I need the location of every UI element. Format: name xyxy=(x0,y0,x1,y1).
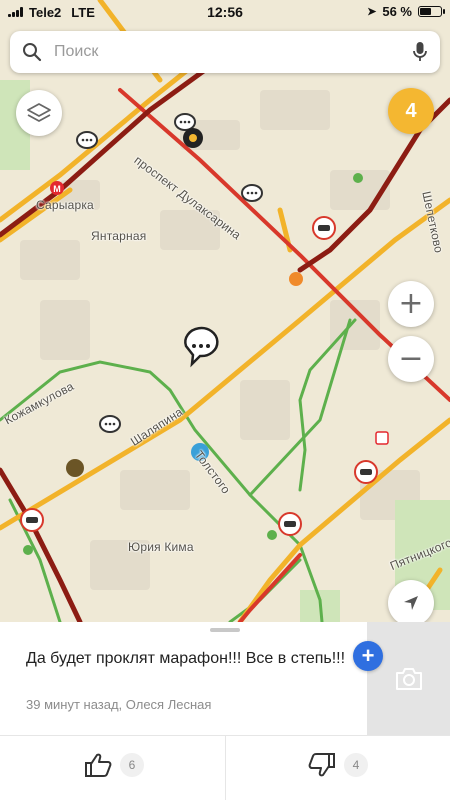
court-marker-icon xyxy=(66,459,84,477)
camera-icon xyxy=(395,667,422,690)
street-label: Юрия Кима xyxy=(128,540,194,554)
my-location-button[interactable] xyxy=(388,580,434,622)
search-bar[interactable]: Поиск xyxy=(10,31,440,73)
like-button[interactable]: 6 xyxy=(84,752,144,778)
battery-percent: 56 % xyxy=(382,4,412,19)
park-pin-icon xyxy=(353,173,363,183)
map-view[interactable]: M проспект Дулаксаринa Сарыарка Янтарная… xyxy=(0,0,450,622)
sheet-grabber[interactable] xyxy=(210,628,240,632)
plus-icon: + xyxy=(398,286,424,321)
divider xyxy=(225,735,226,800)
thumbs-down-icon xyxy=(308,753,335,777)
layers-icon xyxy=(27,103,51,122)
microphone-icon[interactable] xyxy=(412,41,428,63)
hospital-icon xyxy=(375,431,389,445)
traffic-level-badge[interactable]: 4 xyxy=(388,88,434,134)
svg-text:M: M xyxy=(53,184,61,194)
battery-icon xyxy=(418,6,445,17)
post-meta: 39 минут назад, Олеся Лесная xyxy=(26,697,212,712)
post-text: Да будет проклят марафон!!! Все в степь!… xyxy=(26,650,346,667)
like-count: 6 xyxy=(120,753,144,777)
thumbs-up-icon xyxy=(85,753,112,777)
layers-button[interactable] xyxy=(16,90,62,136)
park-pin-icon xyxy=(23,545,33,555)
location-arrow-icon: ➤ xyxy=(367,6,377,18)
zoom-in-button[interactable]: + xyxy=(388,281,434,327)
status-bar: Tele2 LTE 12:56 ➤ 56 % xyxy=(0,0,450,24)
search-icon xyxy=(23,43,42,62)
map-canvas[interactable]: M xyxy=(0,0,450,622)
add-comment-button[interactable]: + xyxy=(353,641,383,671)
event-marker-icon xyxy=(289,272,303,286)
zoom-out-button[interactable]: − xyxy=(388,336,434,382)
search-input[interactable]: Поиск xyxy=(54,43,412,61)
dislike-count: 4 xyxy=(344,753,368,777)
navigation-arrow-icon xyxy=(404,596,418,610)
street-label: Янтарная xyxy=(91,229,147,243)
park-pin-icon xyxy=(267,530,277,540)
street-label: Сарыарка xyxy=(36,198,94,212)
add-photo-button[interactable] xyxy=(367,622,450,735)
minus-icon: − xyxy=(398,341,424,376)
post-sheet: Да будет проклят марафон!!! Все в степь!… xyxy=(0,622,450,800)
dislike-button[interactable]: 4 xyxy=(308,752,368,778)
